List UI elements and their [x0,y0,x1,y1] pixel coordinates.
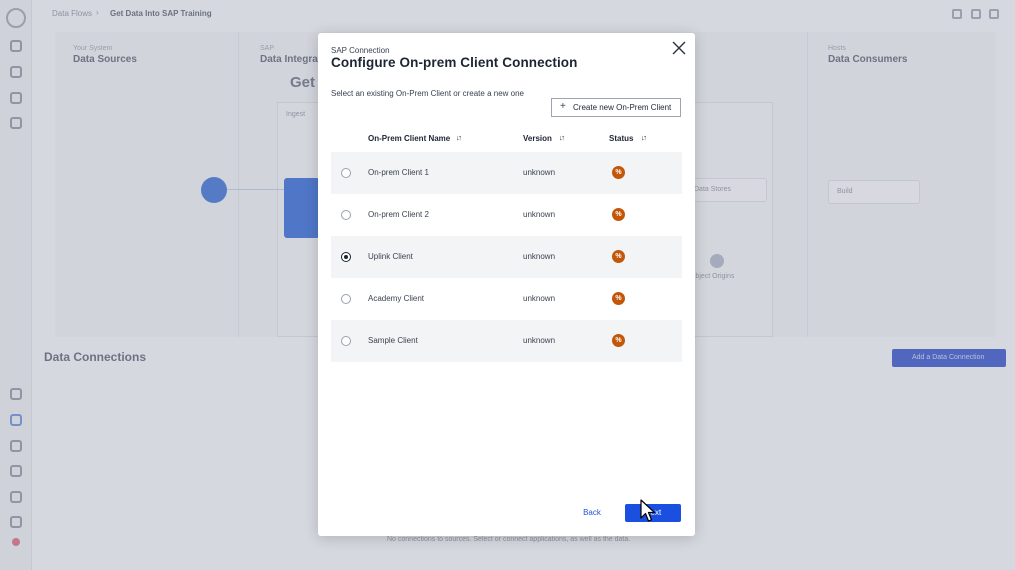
column-header-status[interactable]: Status [609,134,633,143]
column-header-version[interactable]: Version [523,134,552,143]
client-version: unknown [523,252,556,261]
table-row[interactable]: Sample Client unknown % [331,320,682,362]
create-client-label: Create new On-Prem Client [573,103,672,112]
dialog-description: Select an existing On-Prem Client or cre… [331,89,524,98]
configure-client-dialog: SAP Connection Configure On-prem Client … [318,33,695,536]
sort-icon[interactable]: ↓↑ [641,133,647,142]
plus-icon: + [560,101,566,112]
table-row[interactable]: Academy Client unknown % [331,278,682,320]
close-icon[interactable] [670,39,688,57]
back-button[interactable]: Back [573,504,611,522]
status-warning-icon: % [612,208,625,221]
column-header-name[interactable]: On-Prem Client Name [368,134,450,143]
table-header: On-Prem Client Name ↓↑ Version ↓↑ Status… [331,129,682,151]
row-radio-selected[interactable] [341,252,351,262]
client-name: Academy Client [368,294,425,303]
dialog-title: Configure On-prem Client Connection [331,55,578,70]
mouse-pointer-icon [640,499,656,523]
client-version: unknown [523,210,556,219]
client-name: Uplink Client [368,252,413,261]
sort-icon[interactable]: ↓↑ [559,133,565,142]
create-client-button[interactable]: + Create new On-Prem Client [551,98,681,117]
row-radio[interactable] [341,168,351,178]
status-warning-icon: % [612,292,625,305]
status-warning-icon: % [612,250,625,263]
client-name: On-prem Client 1 [368,168,429,177]
client-name: Sample Client [368,336,418,345]
status-warning-icon: % [612,334,625,347]
client-version: unknown [523,168,556,177]
table-row[interactable]: Uplink Client unknown % [331,236,682,278]
row-radio[interactable] [341,336,351,346]
dialog-subtitle: SAP Connection [331,46,390,55]
client-name: On-prem Client 2 [368,210,429,219]
status-warning-icon: % [612,166,625,179]
table-row[interactable]: On-prem Client 1 unknown % [331,152,682,194]
row-radio[interactable] [341,294,351,304]
sort-icon[interactable]: ↓↑ [456,133,462,142]
client-version: unknown [523,336,556,345]
client-version: unknown [523,294,556,303]
row-radio[interactable] [341,210,351,220]
table-row[interactable]: On-prem Client 2 unknown % [331,194,682,236]
